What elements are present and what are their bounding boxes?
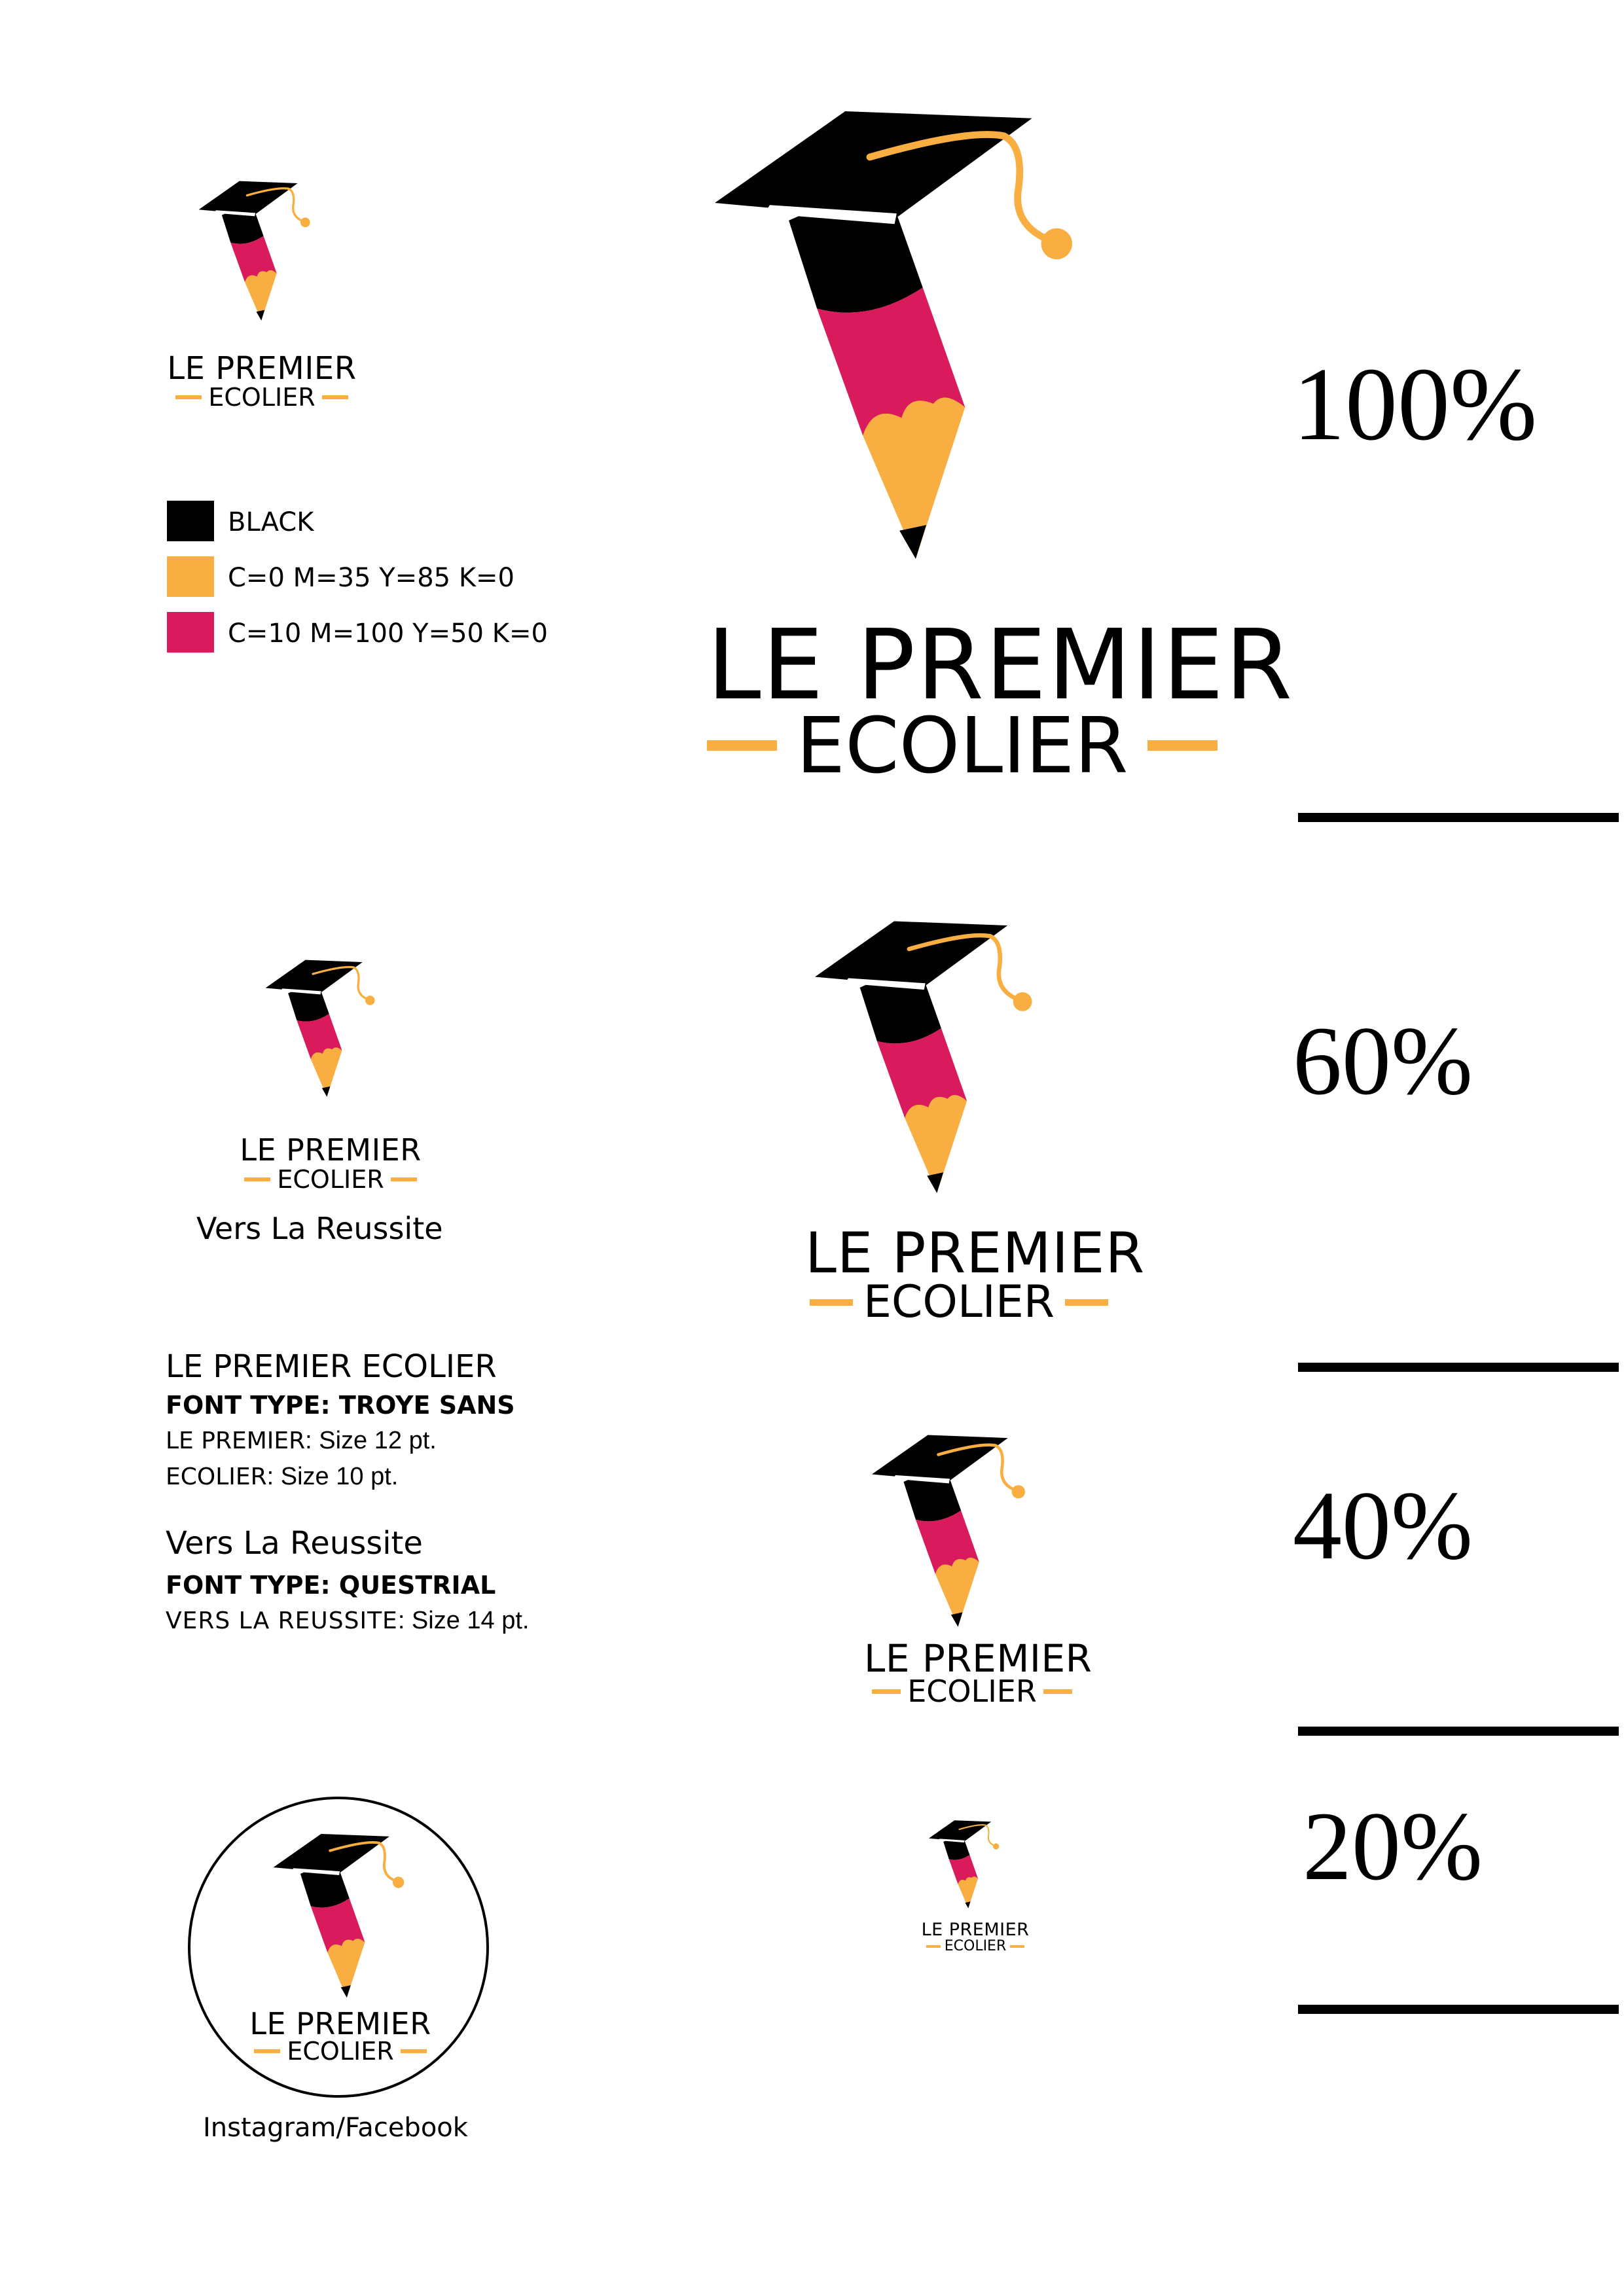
swatch-black-label: BLACK xyxy=(228,507,314,537)
brand-dash-right xyxy=(1147,740,1218,751)
spec-line2-size: ECOLIER: Size 10 pt. xyxy=(166,1463,398,1491)
spec-tag-heading: Vers La Reussite xyxy=(166,1525,423,1562)
divider-20 xyxy=(1298,2005,1619,2014)
logo-social: LE PREMIER ECOLIER xyxy=(242,1833,439,2068)
spec-name-font: FONT TYPE: TROYE SANS xyxy=(166,1391,515,1420)
graduation-cap-pencil-icon xyxy=(272,1833,406,2000)
brand-line2: ECOLIER xyxy=(864,1674,1080,1709)
logo-60: LE PREMIER ECOLIER xyxy=(805,906,1144,1328)
spec-tag-val: : Size 14 pt. xyxy=(397,1607,530,1634)
brand-line1: LE PREMIER xyxy=(921,1920,1030,1940)
logo-40: LE PREMIER ECOLIER xyxy=(864,1430,1092,1718)
brand-line2: ECOLIER xyxy=(805,1276,1113,1328)
brand-line2-text: ECOLIER xyxy=(287,2037,394,2066)
brand-dash-right xyxy=(321,395,348,399)
brand-dash-right xyxy=(1043,1689,1072,1694)
brand-line2-text: ECOLIER xyxy=(907,1674,1037,1709)
brand-line2: ECOLIER xyxy=(920,1938,1031,1954)
swatch-pink-label: C=10 M=100 Y=50 K=0 xyxy=(228,619,548,649)
brand-line2: ECOLIER xyxy=(232,1165,429,1194)
divider-60 xyxy=(1298,1363,1619,1372)
brand-line1: LE PREMIER xyxy=(167,350,357,387)
graduation-cap-pencil-icon xyxy=(715,85,1081,596)
brand-line1: LE PREMIER xyxy=(240,1132,422,1168)
brand-dash-left xyxy=(244,1177,271,1181)
brand-line2: ECOLIER xyxy=(707,700,1218,791)
scale-label-40: 40% xyxy=(1293,1471,1473,1580)
brand-dash-left xyxy=(872,1689,901,1694)
brand-line2-text: ECOLIER xyxy=(863,1276,1055,1328)
swatch-orange-label: C=0 M=35 Y=85 K=0 xyxy=(228,563,515,593)
spec-tag-font: FONT TYPE: QUESTRIAL xyxy=(166,1571,496,1600)
brand-line2-text: ECOLIER xyxy=(796,700,1128,791)
tagline: Vers La Reussite xyxy=(196,1211,443,1246)
brand-dash-left xyxy=(707,740,777,751)
scale-label-60: 60% xyxy=(1293,1007,1473,1115)
social-label: Instagram/Facebook xyxy=(203,2113,468,2143)
brand-line1: LE PREMIER xyxy=(249,2006,431,2041)
logo-small-top: LE PREMIER ECOLIER xyxy=(164,180,360,416)
logo-20: LE PREMIER ECOLIER xyxy=(920,1816,1031,1967)
brand-line2: ECOLIER xyxy=(164,383,360,412)
graduation-cap-pencil-icon xyxy=(197,180,312,322)
brand-line2-text: ECOLIER xyxy=(944,1938,1007,1954)
brand-dash-left xyxy=(254,2049,281,2053)
scale-label-100: 100% xyxy=(1293,346,1538,462)
brand-dash-left xyxy=(809,1299,853,1306)
spec-line1-size: LE PREMIER: Size 12 pt. xyxy=(166,1427,437,1455)
spec-tag-key: VERS LA REUSSITE xyxy=(166,1607,398,1634)
brand-dash-right xyxy=(1065,1299,1109,1306)
brand-line2: ECOLIER xyxy=(242,2037,439,2066)
graduation-cap-pencil-icon xyxy=(815,906,1038,1214)
brand-dash-right xyxy=(1010,1945,1025,1948)
spec-tag-size: VERS LA REUSSITE: Size 14 pt. xyxy=(166,1607,529,1635)
swatch-orange xyxy=(167,556,214,597)
spec-line1-val: : Size 12 pt. xyxy=(305,1427,437,1454)
brand-dash-right xyxy=(400,2049,427,2053)
brand-dash-left xyxy=(175,395,202,399)
brand-line2-text: ECOLIER xyxy=(208,383,316,412)
graduation-cap-pencil-icon xyxy=(264,959,376,1098)
swatch-black xyxy=(167,501,214,541)
graduation-cap-pencil-icon xyxy=(872,1430,1029,1636)
scale-label-20: 20% xyxy=(1303,1792,1483,1901)
spec-name-heading: LE PREMIER ECOLIER xyxy=(166,1348,497,1385)
logo-100: LE PREMIER ECOLIER xyxy=(707,85,1292,791)
divider-100 xyxy=(1298,813,1619,822)
brand-line2-text: ECOLIER xyxy=(277,1165,384,1194)
spec-line2-val: : Size 10 pt. xyxy=(266,1463,399,1490)
logo-small-tagline: LE PREMIER ECOLIER xyxy=(232,959,429,1201)
spec-line2-key: ECOLIER xyxy=(166,1463,267,1490)
brand-dash-right xyxy=(390,1177,417,1181)
brand-dash-left xyxy=(926,1945,941,1948)
divider-40 xyxy=(1298,1727,1619,1736)
graduation-cap-pencil-icon xyxy=(929,1820,1000,1909)
spec-line1-key: LE PREMIER xyxy=(166,1427,306,1454)
swatch-pink xyxy=(167,612,214,653)
